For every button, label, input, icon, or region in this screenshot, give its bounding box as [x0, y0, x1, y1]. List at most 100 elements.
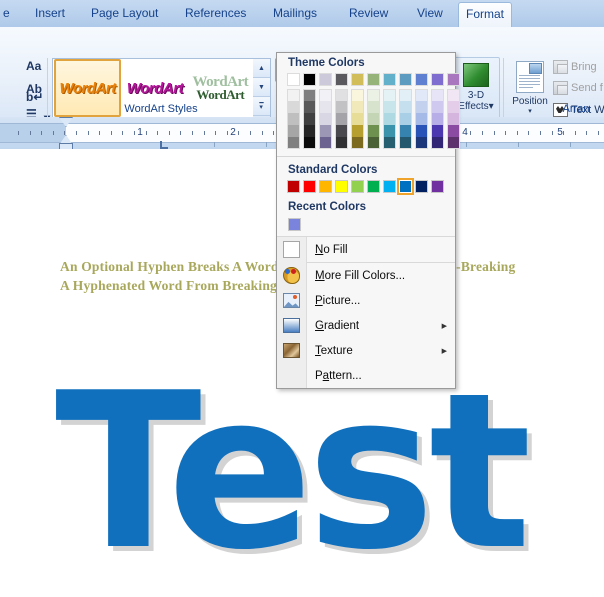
menu-item-texture[interactable]: Texture ▶ — [277, 338, 455, 363]
theme-color-shade[interactable] — [287, 137, 300, 149]
ribbon-tab-view[interactable]: View — [410, 3, 450, 24]
ribbon-tab-insert[interactable]: Insert — [28, 3, 72, 24]
position-arrow-icon[interactable]: ▾ — [528, 107, 532, 115]
3d-effects-arrow-icon[interactable]: ▾ — [489, 101, 494, 112]
theme-color-swatch[interactable] — [319, 73, 332, 86]
theme-color-shade[interactable] — [351, 101, 364, 113]
submenu-arrow-icon[interactable]: ▶ — [442, 322, 447, 330]
theme-color-shade[interactable] — [319, 113, 332, 125]
theme-color-shade[interactable] — [351, 137, 364, 149]
menu-item-more-fill-colors[interactable]: More Fill Colors... — [277, 263, 455, 288]
theme-color-shade[interactable] — [367, 113, 380, 125]
theme-color-shade[interactable] — [303, 89, 316, 101]
theme-color-shade[interactable] — [415, 113, 428, 125]
gallery-scroll-up-icon[interactable]: ▲ — [253, 59, 270, 78]
font-icon-0[interactable]: Aa — [26, 59, 41, 73]
theme-color-shade[interactable] — [303, 137, 316, 149]
theme-color-shade[interactable] — [431, 89, 444, 101]
standard-color-light-green[interactable] — [351, 180, 364, 193]
theme-color-shade[interactable] — [447, 113, 460, 125]
theme-color-shade[interactable] — [287, 113, 300, 125]
standard-color-orange[interactable] — [319, 180, 332, 193]
standard-colors-row[interactable] — [287, 178, 455, 195]
position-button[interactable]: Position ▾ — [508, 57, 552, 125]
theme-color-shade[interactable] — [367, 89, 380, 101]
theme-color-swatch[interactable] — [351, 73, 364, 86]
recent-colors-row[interactable] — [288, 218, 455, 231]
theme-colors-grid[interactable] — [277, 72, 460, 153]
ribbon-tab-mailings[interactable]: Mailings — [266, 3, 324, 24]
theme-color-shade[interactable] — [287, 125, 300, 137]
theme-color-shade[interactable] — [415, 89, 428, 101]
theme-color-swatch[interactable] — [303, 73, 316, 86]
standard-color-green[interactable] — [367, 180, 380, 193]
font-icon-2[interactable]: b↵ — [26, 90, 43, 104]
theme-color-shade[interactable] — [431, 137, 444, 149]
theme-color-shade[interactable] — [351, 89, 364, 101]
ribbon-tab-references[interactable]: References — [178, 3, 253, 24]
theme-color-shade[interactable] — [399, 89, 412, 101]
tab-stop-marker[interactable] — [160, 141, 168, 149]
menu-item-picture[interactable]: Picture... — [277, 288, 455, 313]
ribbon-tab-page-layout[interactable]: Page Layout — [84, 3, 165, 24]
wordart-object[interactable]: Test — [55, 364, 532, 579]
theme-color-column-5[interactable] — [367, 73, 380, 149]
standard-color-purple[interactable] — [431, 180, 444, 193]
theme-color-swatch[interactable] — [415, 73, 428, 86]
theme-color-column-6[interactable] — [383, 73, 396, 149]
bring-to-front-button[interactable]: Bring — [553, 60, 597, 74]
theme-color-shade[interactable] — [335, 113, 348, 125]
standard-color-red[interactable] — [303, 180, 316, 193]
theme-color-shade[interactable] — [367, 101, 380, 113]
theme-color-shade[interactable] — [447, 101, 460, 113]
theme-color-shade[interactable] — [431, 113, 444, 125]
ribbon-tab-format[interactable]: Format — [458, 2, 513, 28]
theme-color-swatch[interactable] — [287, 73, 300, 86]
theme-color-shade[interactable] — [335, 125, 348, 137]
theme-color-shade[interactable] — [335, 101, 348, 113]
menu-item-no-fill[interactable]: No Fill — [277, 237, 455, 262]
standard-color-dark-red[interactable] — [287, 180, 300, 193]
theme-color-shade[interactable] — [287, 101, 300, 113]
theme-color-shade[interactable] — [383, 89, 396, 101]
send-to-back-button[interactable]: Send f — [553, 81, 603, 95]
submenu-arrow-icon[interactable]: ▶ — [442, 347, 447, 355]
standard-color-yellow[interactable] — [335, 180, 348, 193]
ribbon-tab-e[interactable]: e — [0, 3, 17, 24]
theme-color-swatch[interactable] — [335, 73, 348, 86]
shape-fill-dropdown-menu[interactable]: Theme Colors Standard Colors Recent Colo… — [276, 52, 460, 389]
theme-color-shade[interactable] — [383, 137, 396, 149]
standard-color-blue[interactable] — [397, 178, 414, 195]
theme-color-shade[interactable] — [303, 101, 316, 113]
theme-color-column-2[interactable] — [319, 73, 332, 149]
theme-color-shade[interactable] — [287, 89, 300, 101]
theme-color-shade[interactable] — [383, 101, 396, 113]
theme-color-shade[interactable] — [399, 113, 412, 125]
standard-color-dark-blue[interactable] — [415, 180, 428, 193]
recent-colors-grid[interactable] — [277, 216, 455, 236]
theme-color-swatch[interactable] — [431, 73, 444, 86]
theme-color-column-9[interactable] — [431, 73, 444, 149]
theme-colors-row[interactable] — [287, 73, 460, 149]
menu-item-gradient[interactable]: Gradient ▶ — [277, 313, 455, 338]
gallery-scroll-down-icon[interactable]: ▼ — [253, 78, 270, 97]
theme-color-shade[interactable] — [399, 101, 412, 113]
theme-color-shade[interactable] — [383, 113, 396, 125]
theme-color-swatch[interactable] — [367, 73, 380, 86]
theme-color-shade[interactable] — [319, 137, 332, 149]
theme-color-column-8[interactable] — [415, 73, 428, 149]
theme-color-shade[interactable] — [319, 89, 332, 101]
theme-color-shade[interactable] — [303, 113, 316, 125]
theme-color-shade[interactable] — [415, 125, 428, 137]
theme-color-column-1[interactable] — [303, 73, 316, 149]
theme-color-shade[interactable] — [335, 89, 348, 101]
menu-item-pattern[interactable]: Pattern... — [277, 363, 455, 388]
theme-color-column-3[interactable] — [335, 73, 348, 149]
theme-color-shade[interactable] — [415, 137, 428, 149]
theme-color-column-7[interactable] — [399, 73, 412, 149]
theme-color-shade[interactable] — [351, 125, 364, 137]
theme-color-shade[interactable] — [415, 101, 428, 113]
theme-color-column-0[interactable] — [287, 73, 300, 149]
theme-color-shade[interactable] — [335, 137, 348, 149]
recent-color-0[interactable] — [288, 218, 301, 231]
